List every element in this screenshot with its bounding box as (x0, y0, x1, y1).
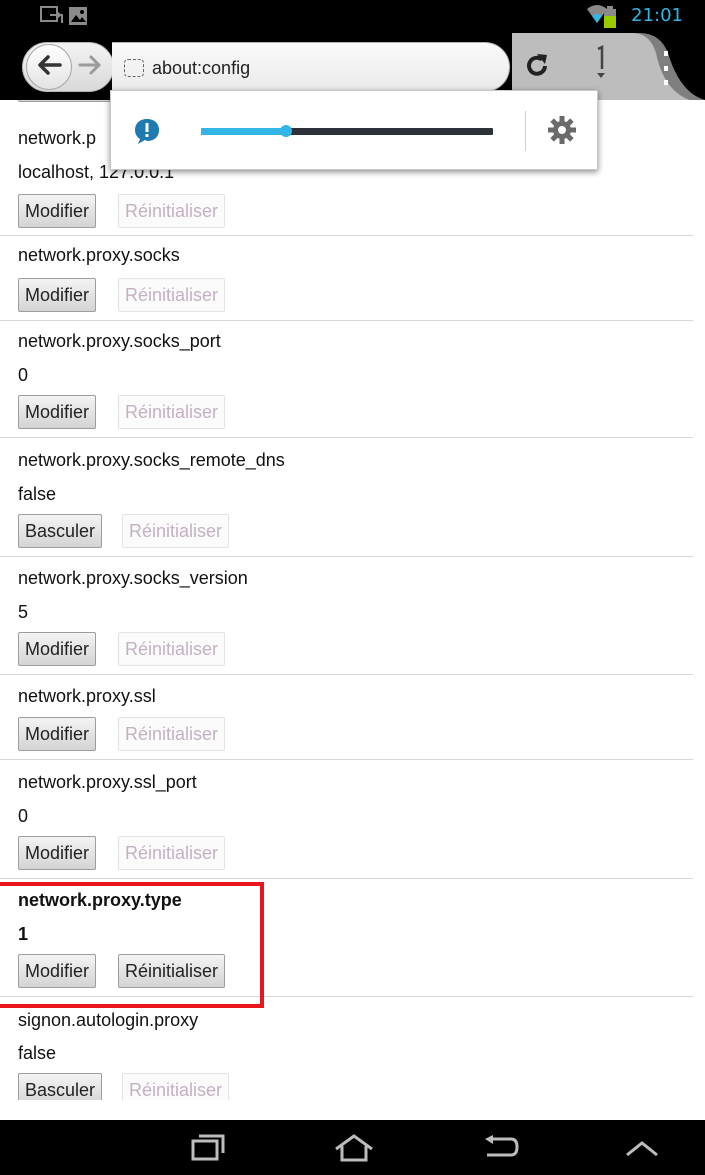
url-text: about:config (152, 58, 251, 78)
system-navigation-bar (0, 1120, 705, 1175)
pref-value: 0 (18, 806, 29, 826)
tabs-icon (593, 43, 609, 88)
overflow-menu-icon[interactable] (656, 51, 676, 85)
modify-button[interactable]: Modifier (18, 717, 97, 751)
tabs-button[interactable] (590, 43, 612, 88)
modify-button[interactable]: Modifier (18, 836, 97, 870)
separator (0, 437, 693, 438)
highlight-box (0, 882, 264, 1008)
reset-button: Réinitialiser (118, 632, 226, 666)
slider-fill (201, 128, 286, 135)
toggle-button[interactable]: Basculer (18, 1073, 103, 1100)
collapse-up-icon[interactable] (620, 1134, 664, 1162)
pref-name: signon.autologin.proxy (18, 1010, 199, 1030)
hidden-button-stub (18, 100, 114, 102)
pref-name: network.proxy.socks_version (18, 568, 248, 588)
image-notification-icon (68, 6, 88, 31)
reset-button: Réinitialiser (118, 836, 226, 870)
pref-value: 5 (18, 602, 29, 622)
separator (0, 878, 693, 879)
pref-name: network.proxy.socks_port (18, 331, 221, 351)
slider-thumb[interactable] (279, 125, 292, 137)
pref-name: network.proxy.ssl (18, 686, 156, 706)
pref-name: network.proxy.socks (18, 245, 180, 265)
home-icon[interactable] (332, 1132, 376, 1164)
config-list: network.p localhost, 127.0.0.1 Modifier … (0, 100, 705, 1100)
screen-mirror-icon (40, 6, 64, 31)
reset-button: Réinitialiser (118, 278, 226, 312)
modify-button[interactable]: Modifier (18, 278, 97, 312)
modify-button[interactable]: Modifier (18, 194, 97, 228)
reload-icon (523, 52, 551, 85)
page-icon (124, 59, 144, 77)
pref-value: false (18, 1043, 57, 1063)
reset-button: Réinitialiser (118, 717, 226, 751)
modify-button[interactable]: Modifier (18, 395, 97, 429)
pref-name: network.p (18, 128, 97, 148)
separator (0, 320, 693, 321)
pref-value: 0 (18, 365, 29, 385)
clock: 21:01 (631, 5, 683, 26)
status-bar: 21:01 (0, 0, 705, 33)
gear-icon[interactable] (547, 115, 577, 150)
reset-button: Réinitialiser (118, 194, 226, 228)
pref-value: false (18, 484, 57, 504)
reset-button: Réinitialiser (122, 514, 230, 548)
battery-icon (604, 6, 616, 33)
separator (0, 674, 693, 675)
speech-bubble-icon (133, 117, 161, 150)
reset-button: Réinitialiser (122, 1073, 230, 1100)
text-size-popup (110, 90, 598, 170)
reset-button: Réinitialiser (118, 395, 226, 429)
text-size-slider[interactable] (201, 125, 493, 137)
pref-name: network.proxy.socks_remote_dns (18, 450, 285, 470)
forward-button[interactable] (76, 53, 104, 81)
back-icon[interactable] (478, 1132, 522, 1164)
recent-apps-icon[interactable] (188, 1132, 228, 1164)
pref-name: network.proxy.ssl_port (18, 772, 197, 792)
url-bar[interactable]: about:config (112, 42, 510, 92)
separator (0, 759, 693, 760)
divider (525, 111, 526, 151)
back-button[interactable] (26, 44, 72, 90)
modify-button[interactable]: Modifier (18, 632, 97, 666)
separator (0, 235, 693, 236)
separator (0, 556, 693, 557)
back-arrow-icon (36, 54, 62, 81)
forward-arrow-icon (78, 54, 102, 81)
toggle-button[interactable]: Basculer (18, 514, 103, 548)
reload-button[interactable] (520, 51, 554, 85)
